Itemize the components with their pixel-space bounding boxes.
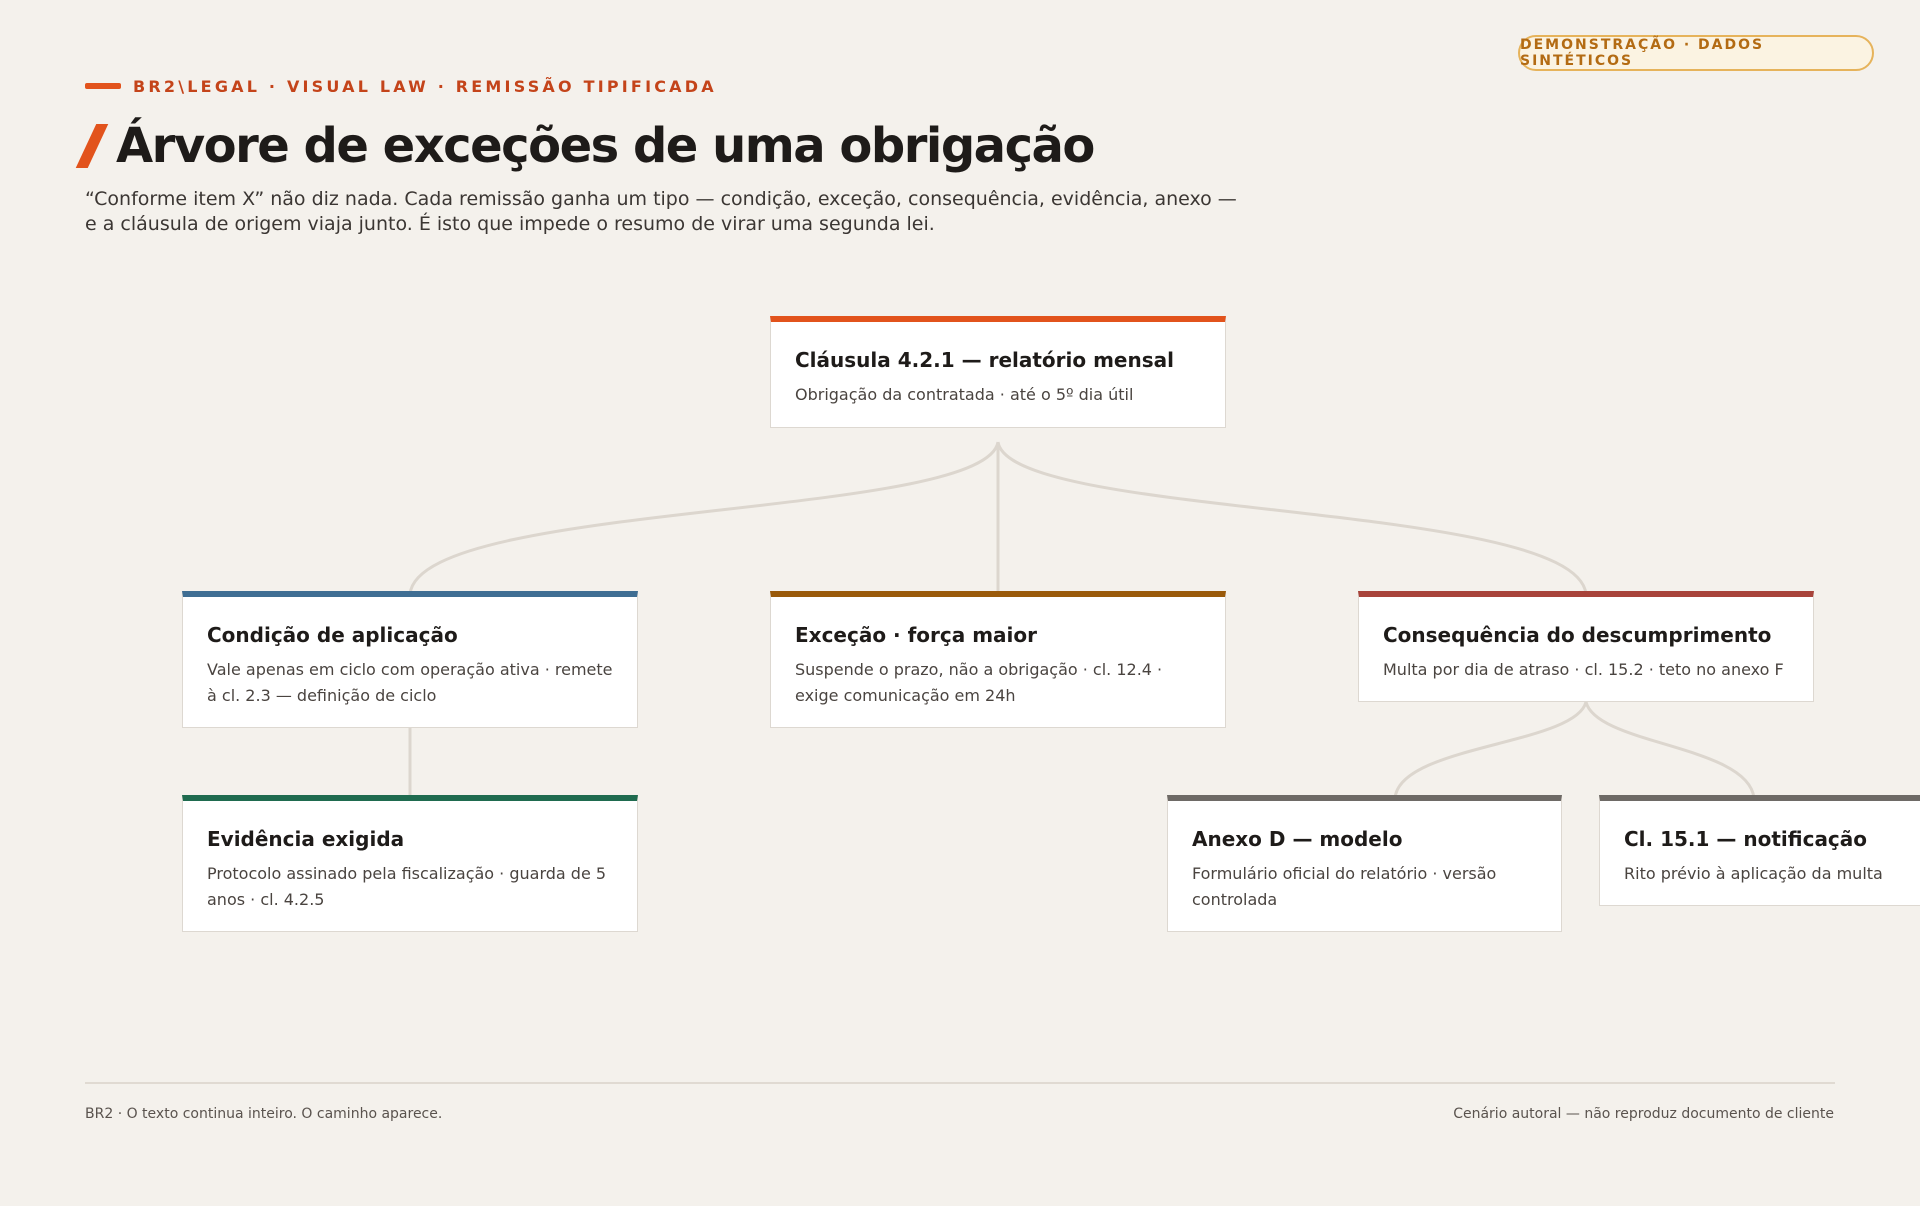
node-anexo-desc: Formulário oficial do relatório · versão… (1192, 864, 1497, 909)
node-notificacao: Cl. 15.1 — notificação Rito prévio à apl… (1599, 795, 1920, 906)
node-anexo-title: Anexo D — modelo (1192, 827, 1403, 851)
node-consequencia-title: Consequência do descumprimento (1383, 623, 1772, 647)
link-consequencia-notificacao (1584, 701, 1756, 799)
node-excecao: Exceção · força maior Suspende o prazo, … (770, 591, 1226, 728)
link-root-consequencia (996, 441, 1588, 595)
node-consequencia: Consequência do descumprimento Multa por… (1358, 591, 1814, 702)
node-condicao: Condição de aplicação Vale apenas em cic… (182, 591, 638, 728)
node-root-desc: Obrigação da contratada · até o 5º dia ú… (795, 385, 1134, 404)
node-anexo: Anexo D — modelo Formulário oficial do r… (1167, 795, 1562, 932)
node-root-clause: Cláusula 4.2.1 — relatório mensal Obriga… (770, 316, 1226, 428)
node-condicao-title: Condição de aplicação (207, 623, 458, 647)
link-consequencia-anexo (1393, 701, 1588, 799)
node-notificacao-title: Cl. 15.1 — notificação (1624, 827, 1868, 851)
node-evidencia-title: Evidência exigida (207, 827, 405, 851)
node-excecao-title: Exceção · força maior (795, 623, 1038, 647)
node-notificacao-desc: Rito prévio à aplicação da multa (1624, 864, 1883, 883)
footer-divider (85, 1082, 1835, 1084)
node-evidencia: Evidência exigida Protocolo assinado pel… (182, 795, 638, 932)
footer-right-note: Cenário autoral — não reproduz documento… (1453, 1106, 1834, 1122)
node-condicao-desc: Vale apenas em ciclo com operação ativa … (207, 660, 613, 705)
node-consequencia-desc: Multa por dia de atraso · cl. 15.2 · tet… (1383, 660, 1784, 679)
node-root-title: Cláusula 4.2.1 — relatório mensal (795, 348, 1174, 372)
node-excecao-desc: Suspende o prazo, não a obrigação · cl. … (795, 660, 1163, 705)
footer-left-note: BR2 · O texto continua inteiro. O caminh… (85, 1106, 443, 1122)
link-root-condicao (408, 441, 1000, 595)
node-evidencia-desc: Protocolo assinado pela fiscalização · g… (207, 864, 607, 909)
